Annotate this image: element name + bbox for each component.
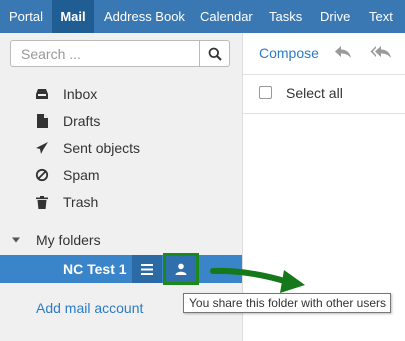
reply-icon[interactable] xyxy=(334,44,352,60)
folder-nc-test-1[interactable]: NC Test 1 xyxy=(0,253,242,285)
caret-down-icon xyxy=(12,237,20,243)
folder-spam[interactable]: Spam xyxy=(0,162,242,188)
top-navigation: Portal Mail Address Book Calendar Tasks … xyxy=(0,0,405,33)
tab-mail[interactable]: Mail xyxy=(52,0,94,33)
folder-label: Drafts xyxy=(63,113,101,129)
user-icon xyxy=(175,263,187,275)
paper-plane-icon xyxy=(34,140,50,156)
reply-all-icon[interactable] xyxy=(370,44,392,60)
folder-label: Spam xyxy=(63,167,100,183)
select-all-label: Select all xyxy=(286,85,343,101)
search-input[interactable] xyxy=(11,41,200,66)
my-folders-header[interactable]: My folders xyxy=(0,228,242,252)
tab-drive[interactable]: Drive xyxy=(320,0,350,33)
tab-portal[interactable]: Portal xyxy=(0,0,52,33)
folder-drafts[interactable]: Drafts xyxy=(0,108,242,134)
menu-icon xyxy=(141,263,153,275)
folder-label: Inbox xyxy=(63,86,98,102)
folder-label: NC Test 1 xyxy=(63,261,127,277)
search-button[interactable] xyxy=(199,41,229,66)
search-icon xyxy=(208,47,222,61)
add-mail-account-link[interactable]: Add mail account xyxy=(36,300,143,316)
search-box xyxy=(10,40,230,67)
tab-address-book[interactable]: Address Book xyxy=(104,0,185,33)
trash-icon xyxy=(34,194,50,210)
shared-folder-button[interactable] xyxy=(163,253,199,285)
folder-inbox[interactable]: Inbox xyxy=(0,81,242,107)
toolbar-divider xyxy=(243,74,405,75)
my-folders-label: My folders xyxy=(36,232,101,248)
tab-tasks[interactable]: Tasks xyxy=(269,0,302,33)
tooltip: You share this folder with other users xyxy=(183,293,391,313)
folder-label: Trash xyxy=(63,194,99,210)
folder-sent-objects[interactable]: Sent objects xyxy=(0,135,242,161)
document-icon xyxy=(34,113,50,129)
tab-text[interactable]: Text xyxy=(369,0,393,33)
inbox-icon xyxy=(34,86,50,102)
tab-calendar[interactable]: Calendar xyxy=(200,0,253,33)
folder-label: Sent objects xyxy=(63,140,141,156)
ban-icon xyxy=(34,167,50,183)
folder-menu-button[interactable] xyxy=(132,255,162,283)
select-all-checkbox[interactable] xyxy=(259,86,272,99)
list-header-divider xyxy=(243,113,405,114)
compose-button[interactable]: Compose xyxy=(259,45,319,61)
folder-trash[interactable]: Trash xyxy=(0,189,242,215)
